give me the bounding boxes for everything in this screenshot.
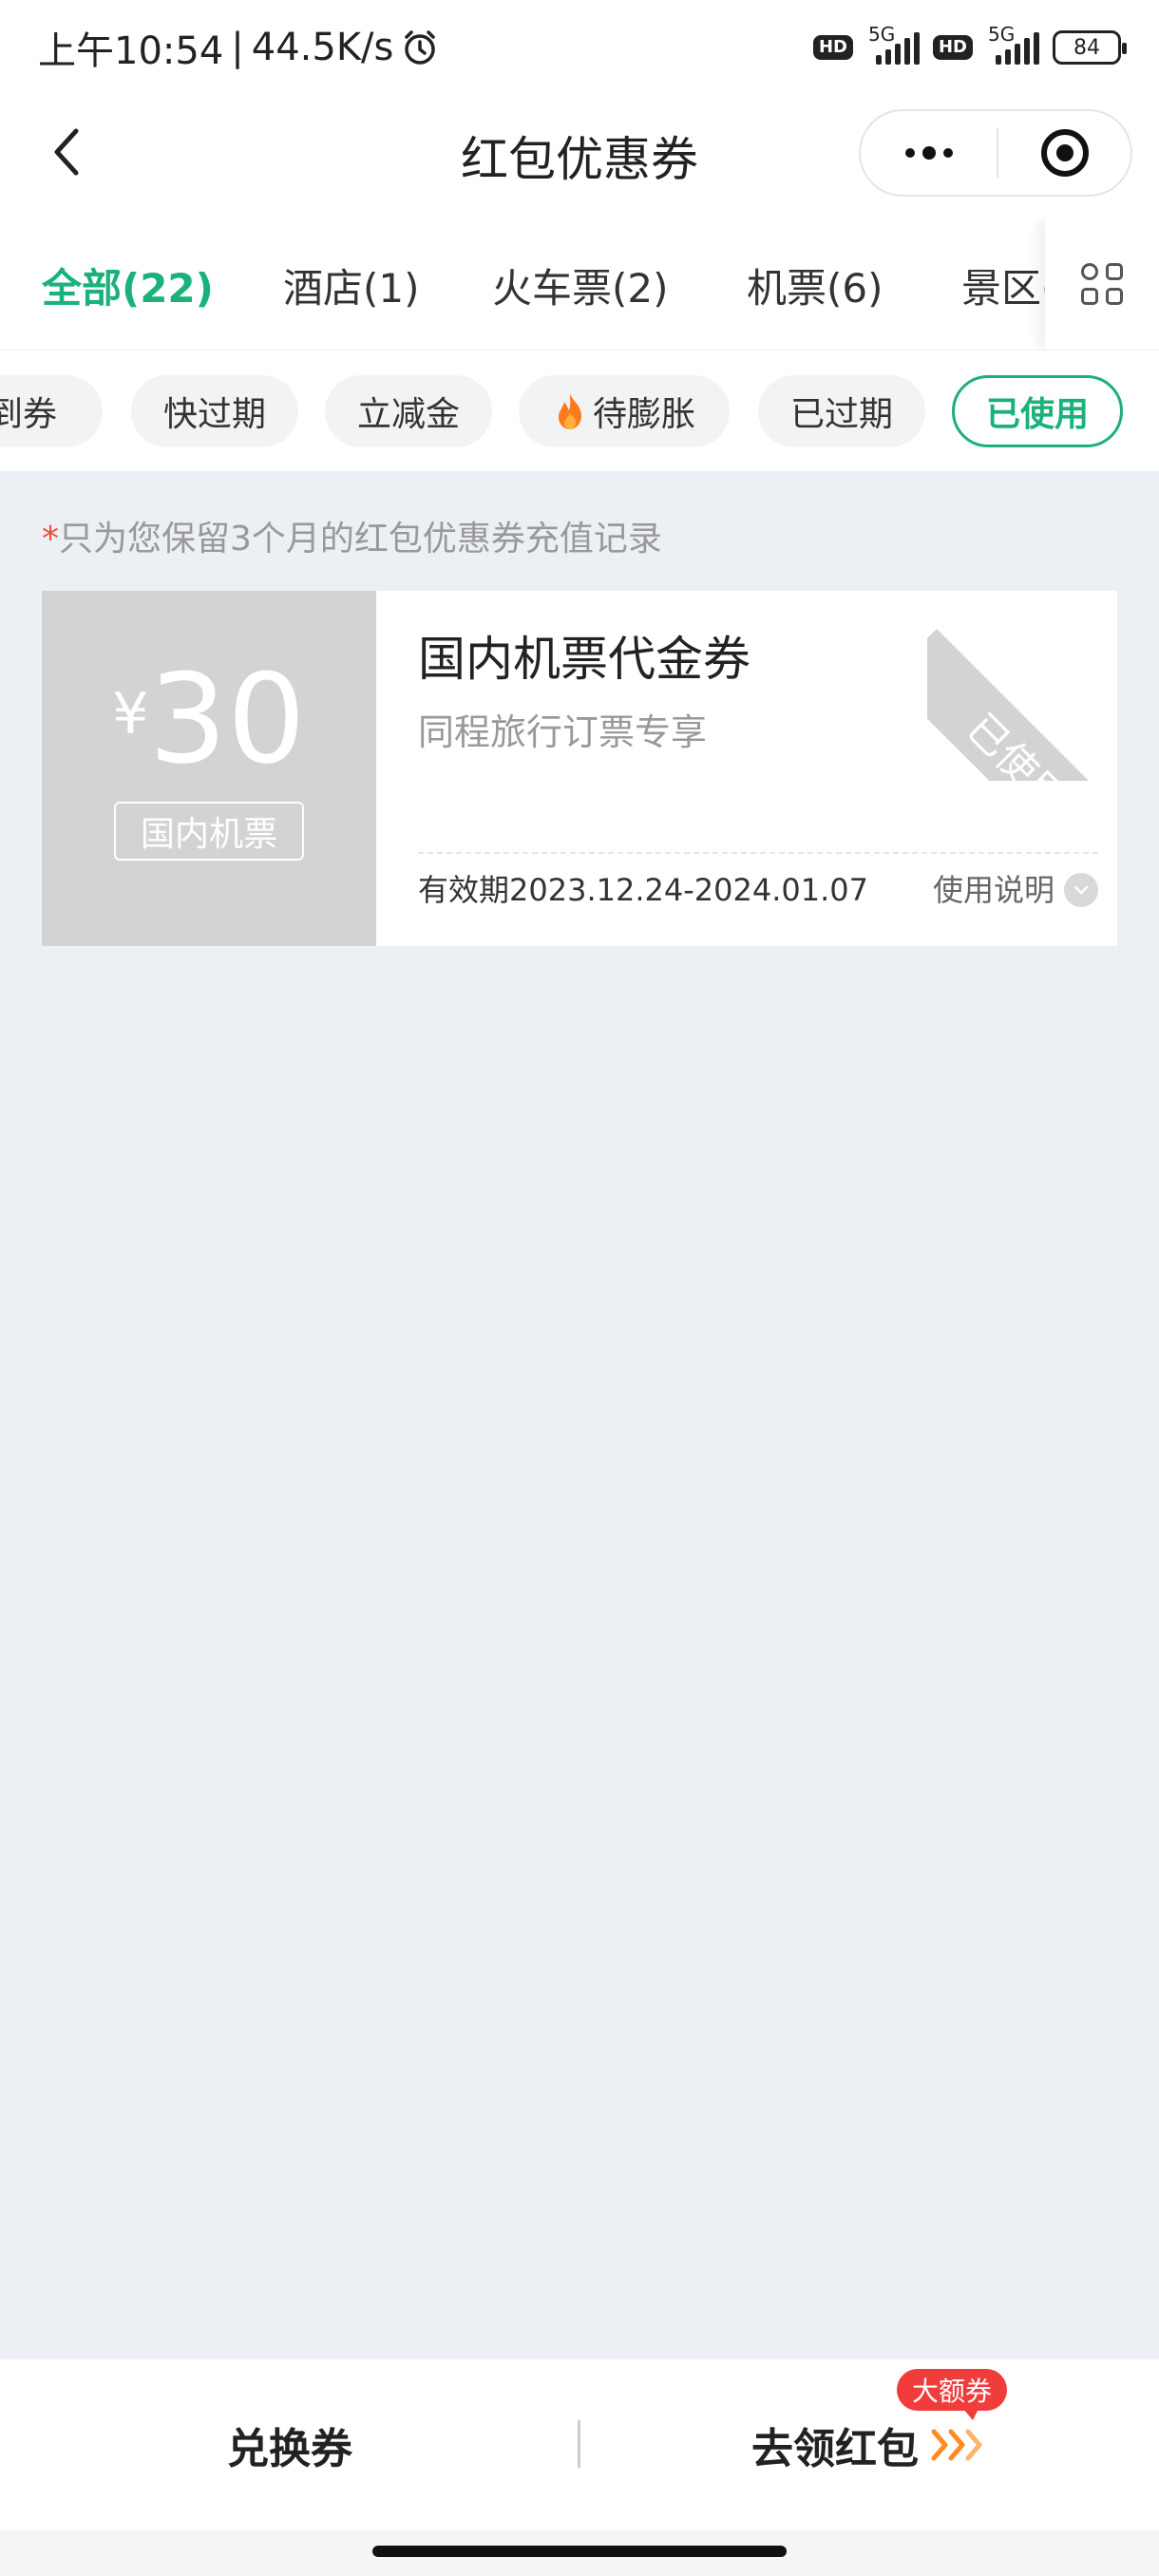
hd-badge: HD	[812, 35, 853, 60]
usage-instructions-link[interactable]: 使用说明	[933, 866, 1098, 914]
usage-label: 使用说明	[932, 872, 1054, 908]
coupon-amount: ¥30	[42, 657, 376, 781]
filter-chips: 到券 快过期 立减金 待膨胀 已过期 已使用	[0, 350, 1159, 471]
flame-icon	[558, 393, 581, 429]
home-indicator[interactable]	[372, 2546, 787, 2557]
chip-expired[interactable]: 已过期	[758, 375, 925, 447]
category-more-button[interactable]	[1045, 218, 1159, 350]
coupon-card[interactable]: ¥30 国内机票 国内机票代金券 同程旅行订票专享 有效期2023.12.24-…	[42, 591, 1117, 946]
redpack-label: 去领红包	[751, 2425, 919, 2473]
exchange-label: 兑换券	[227, 2425, 352, 2473]
triple-chevron-right-icon	[931, 2429, 982, 2461]
notice-text: 只为您保留3个月的红包优惠券充值记录	[59, 520, 662, 559]
status-left: 上午10:54 | 44.5K/s	[38, 20, 439, 75]
coupon-validity: 有效期2023.12.24-2024.01.07	[418, 872, 868, 908]
tab-flight[interactable]: 机票(6)	[747, 256, 884, 314]
close-mini-program-button[interactable]	[998, 111, 1130, 195]
signal-icon-2: 5G	[984, 23, 1041, 68]
coupon-scope-tag: 国内机票	[114, 802, 304, 861]
more-button[interactable]	[861, 111, 997, 195]
tab-train[interactable]: 火车票(2)	[492, 256, 669, 314]
chip-instant-discount[interactable]: 立减金	[325, 375, 492, 447]
grid-icon	[1081, 263, 1123, 305]
chip-label: 到券	[0, 395, 57, 434]
get-red-packet-button[interactable]: 去领红包	[580, 2359, 1159, 2530]
status-speed: 44.5K/s	[251, 26, 394, 69]
chip-checkin[interactable]: 到券	[0, 375, 103, 447]
chip-label: 已过期	[789, 395, 893, 434]
chip-to-inflate[interactable]: 待膨胀	[519, 375, 730, 447]
alarm-icon	[405, 30, 436, 65]
hd-badge-2: HD	[932, 35, 973, 60]
battery-level: 84	[1074, 35, 1100, 60]
more-dot-icon	[942, 148, 953, 158]
bottom-bar: 兑换券 去领红包 大额券	[0, 2359, 1159, 2530]
mini-program-capsule	[859, 109, 1132, 197]
tab-all[interactable]: 全部(22)	[42, 256, 214, 314]
status-time: 上午10:54	[38, 29, 224, 73]
chip-label: 快过期	[162, 395, 266, 434]
category-tabs: 全部(22) 酒店(1) 火车票(2) 机票(6) 景区(	[0, 218, 1159, 350]
chip-label: 已使用	[985, 395, 1089, 434]
coupon-subtitle: 同程旅行订票专享	[418, 711, 708, 753]
more-dot-icon	[922, 146, 936, 160]
retention-notice: *只为您保留3个月的红包优惠券充值记录	[42, 511, 662, 560]
battery-icon: 84	[1053, 30, 1127, 65]
status-separator: |	[231, 26, 244, 69]
chip-used[interactable]: 已使用	[952, 375, 1123, 447]
currency-symbol: ¥	[112, 681, 149, 748]
coupon-divider	[418, 852, 1098, 854]
status-bar: 上午10:54 | 44.5K/s HD 5G HD 5G 84	[0, 0, 1159, 95]
chevron-down-icon	[1064, 873, 1098, 907]
status-right: HD 5G HD 5G 84	[812, 23, 1127, 68]
signal-icon: 5G	[864, 23, 922, 68]
chip-label: 立减金	[356, 395, 460, 434]
target-icon	[1040, 129, 1089, 177]
exchange-coupon-button[interactable]: 兑换券	[0, 2359, 580, 2530]
used-ribbon: 已使用	[927, 591, 1117, 781]
tab-hotel[interactable]: 酒店(1)	[283, 256, 420, 314]
notice-star: *	[42, 520, 59, 559]
coupon-title: 国内机票代金券	[418, 632, 750, 687]
amount-value: 30	[148, 647, 306, 791]
nav-header: 红包优惠券	[0, 95, 1159, 218]
tab-scenic[interactable]: 景区(	[961, 256, 1056, 314]
more-dot-icon	[904, 148, 915, 158]
coupon-amount-panel: ¥30 国内机票	[42, 591, 376, 946]
used-status-label: 已使用	[927, 629, 1117, 781]
chip-label: 待膨胀	[592, 395, 695, 434]
big-coupon-badge: 大额券	[897, 2369, 1008, 2420]
chip-expiring[interactable]: 快过期	[131, 375, 298, 447]
